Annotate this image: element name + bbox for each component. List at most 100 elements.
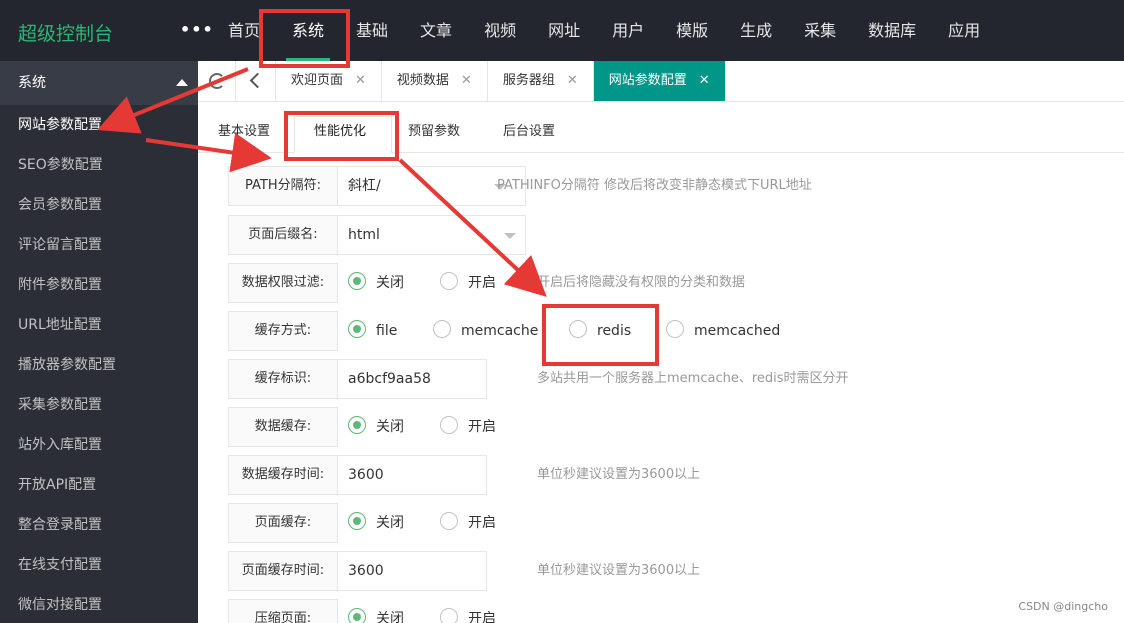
data-permission-label: 数据权限过滤: — [228, 263, 338, 303]
data-cache-time-label: 数据缓存时间: — [228, 455, 338, 495]
data-permission-hint: 开启后将隐藏没有权限的分类和数据 — [537, 275, 746, 290]
cache-flag-label: 缓存标识: — [228, 359, 338, 399]
radio-label: 开启 — [468, 611, 496, 623]
data-cache-on-radio[interactable]: 开启 — [440, 407, 496, 447]
radio-label: file — [376, 323, 398, 339]
watermark: CSDN @dingcho — [1018, 600, 1108, 613]
data-cache-time-input[interactable]: 3600 — [337, 455, 487, 495]
chevron-down-icon — [504, 233, 516, 239]
page-suffix-select[interactable]: html — [337, 215, 526, 255]
more-menu-icon[interactable]: ••• — [180, 20, 214, 39]
refresh-icon — [209, 73, 225, 89]
radio-label: memcached — [694, 323, 781, 339]
sidebar-item-attachment-config[interactable]: 附件参数配置 — [0, 265, 198, 305]
annotation-box-redis-option — [542, 304, 659, 366]
tab-label: 网站参数配置 — [608, 73, 687, 88]
brand-title[interactable]: 超级控制台 — [18, 19, 113, 46]
radio-checked-icon — [348, 320, 366, 338]
page-suffix-label: 页面后缀名: — [228, 215, 338, 255]
radio-label: 关闭 — [376, 275, 404, 291]
close-icon[interactable]: ✕ — [699, 73, 710, 88]
radio-label: 关闭 — [376, 611, 404, 623]
page-cache-time-hint: 单位秒建议设置为3600以上 — [537, 563, 701, 578]
sidebar-item-site-config[interactable]: 网站参数配置 — [0, 105, 198, 145]
data-cache-label: 数据缓存: — [228, 407, 338, 447]
refresh-button[interactable] — [198, 61, 236, 101]
path-separator-hint: PATHINFO分隔符 修改后将改变非静态模式下URL地址 — [497, 178, 812, 193]
sidebar: 系统 网站参数配置 SEO参数配置 会员参数配置 评论留言配置 附件参数配置 U… — [0, 61, 198, 623]
nav-article[interactable]: 文章 — [404, 0, 468, 61]
sidebar-item-import-config[interactable]: 站外入库配置 — [0, 425, 198, 465]
radio-unchecked-icon — [440, 608, 458, 623]
radio-label: 开启 — [468, 515, 496, 531]
radio-unchecked-icon — [440, 416, 458, 434]
sidebar-item-payment-config[interactable]: 在线支付配置 — [0, 545, 198, 585]
radio-label: 关闭 — [376, 419, 404, 435]
radio-checked-icon — [348, 512, 366, 530]
path-separator-value: 斜杠/ — [348, 178, 381, 194]
caret-up-icon — [176, 79, 188, 86]
nav-user[interactable]: 用户 — [596, 0, 660, 61]
tab-label: 视频数据 — [396, 73, 449, 88]
radio-label: 开启 — [468, 275, 496, 291]
radio-checked-icon — [348, 608, 366, 623]
sidebar-item-login-config[interactable]: 整合登录配置 — [0, 505, 198, 545]
radio-unchecked-icon — [440, 272, 458, 290]
cache-type-memcached-radio[interactable]: memcached — [666, 311, 780, 351]
page-cache-label: 页面缓存: — [228, 503, 338, 543]
tab-server-group[interactable]: 服务器组 ✕ — [488, 61, 594, 101]
nav-collect[interactable]: 采集 — [788, 0, 852, 61]
radio-checked-icon — [348, 272, 366, 290]
data-permission-on-radio[interactable]: 开启 — [440, 263, 496, 303]
cache-type-memcache-radio[interactable]: memcache — [433, 311, 538, 351]
radio-label: memcache — [461, 323, 539, 339]
compress-label: 压缩页面: — [228, 599, 338, 623]
annotation-box-system-nav — [259, 9, 350, 68]
page-cache-time-label: 页面缓存时间: — [228, 551, 338, 591]
tab-video-data[interactable]: 视频数据 ✕ — [382, 61, 488, 101]
sidebar-group-label: 系统 — [18, 75, 46, 91]
annotation-box-performance-tab — [284, 111, 399, 161]
data-cache-time-hint: 单位秒建议设置为3600以上 — [537, 467, 701, 482]
close-icon[interactable]: ✕ — [461, 73, 472, 88]
nav-template[interactable]: 模版 — [660, 0, 724, 61]
sidebar-item-member-config[interactable]: 会员参数配置 — [0, 185, 198, 225]
cache-flag-input[interactable]: a6bcf9aa58 — [337, 359, 487, 399]
tab-label: 欢迎页面 — [291, 73, 344, 88]
page-cache-time-input[interactable]: 3600 — [337, 551, 487, 591]
chevron-left-icon — [249, 72, 266, 89]
page-suffix-value: html — [348, 227, 380, 243]
close-icon[interactable]: ✕ — [355, 73, 366, 88]
sidebar-item-api-config[interactable]: 开放API配置 — [0, 465, 198, 505]
sidebar-item-wechat-config[interactable]: 微信对接配置 — [0, 585, 198, 623]
nav-url[interactable]: 网址 — [532, 0, 596, 61]
sidebar-item-comment-config[interactable]: 评论留言配置 — [0, 225, 198, 265]
subtab-basic[interactable]: 基本设置 — [218, 102, 270, 153]
nav-apps[interactable]: 应用 — [932, 0, 996, 61]
radio-unchecked-icon — [666, 320, 684, 338]
data-permission-off-radio[interactable]: 关闭 — [348, 263, 404, 303]
compress-on-radio[interactable]: 开启 — [440, 599, 496, 623]
tab-site-config[interactable]: 网站参数配置 ✕ — [593, 61, 726, 101]
cache-type-file-radio[interactable]: file — [348, 311, 397, 351]
compress-off-radio[interactable]: 关闭 — [348, 599, 404, 623]
subtab-reserved[interactable]: 预留参数 — [408, 102, 460, 153]
nav-video[interactable]: 视频 — [468, 0, 532, 61]
tab-label: 服务器组 — [502, 73, 555, 88]
sidebar-item-player-config[interactable]: 播放器参数配置 — [0, 345, 198, 385]
page-cache-on-radio[interactable]: 开启 — [440, 503, 496, 543]
sidebar-group-system[interactable]: 系统 — [0, 61, 198, 105]
subtab-admin[interactable]: 后台设置 — [503, 102, 555, 153]
radio-label: 开启 — [468, 419, 496, 435]
nav-generate[interactable]: 生成 — [724, 0, 788, 61]
sidebar-item-url-config[interactable]: URL地址配置 — [0, 305, 198, 345]
path-separator-label: PATH分隔符: — [228, 166, 338, 206]
sidebar-item-seo-config[interactable]: SEO参数配置 — [0, 145, 198, 185]
radio-unchecked-icon — [440, 512, 458, 530]
nav-database[interactable]: 数据库 — [852, 0, 932, 61]
page-cache-off-radio[interactable]: 关闭 — [348, 503, 404, 543]
data-cache-off-radio[interactable]: 关闭 — [348, 407, 404, 447]
cache-type-label: 缓存方式: — [228, 311, 338, 351]
sidebar-item-collect-config[interactable]: 采集参数配置 — [0, 385, 198, 425]
close-icon[interactable]: ✕ — [567, 73, 578, 88]
